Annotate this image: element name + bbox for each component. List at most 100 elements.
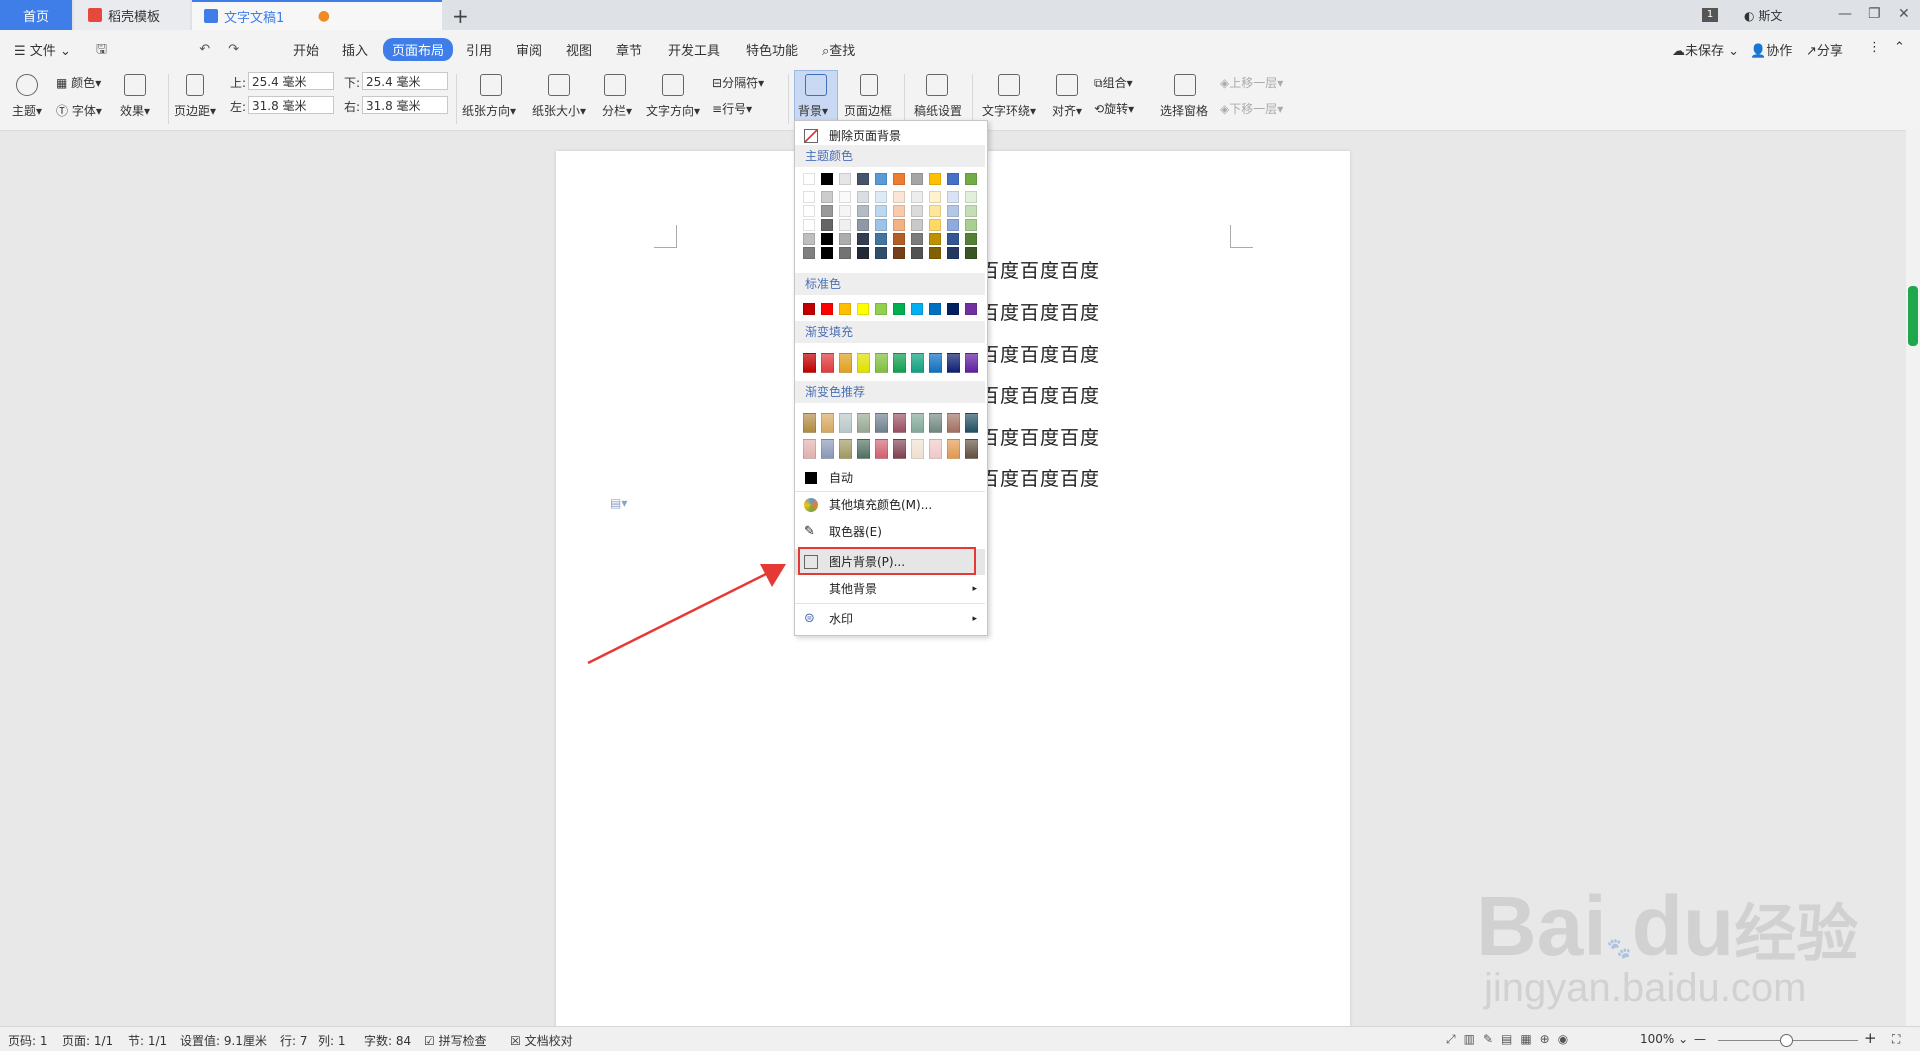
gradient-fill-swatch[interactable] <box>947 353 960 373</box>
effect-button[interactable]: 效果▾ <box>120 102 150 119</box>
theme-tint-swatch[interactable] <box>821 233 833 245</box>
theme-tint-swatch[interactable] <box>821 191 833 203</box>
document-text-line[interactable]: 百度百度百度 <box>980 256 1100 283</box>
theme-tint-swatch[interactable] <box>929 233 941 245</box>
bottom-margin-input[interactable]: 25.4 毫米 <box>362 72 448 90</box>
theme-tint-swatch[interactable] <box>839 219 851 231</box>
menu-start[interactable]: 开始 <box>293 40 319 59</box>
gradient-recommend-swatch[interactable] <box>947 413 960 433</box>
standard-color-swatch[interactable] <box>803 303 815 315</box>
view-mode-icons[interactable]: ⤢▥✎▤▦⊕◉ <box>1446 1032 1576 1047</box>
zoom-slider-handle[interactable] <box>1780 1034 1793 1047</box>
gradient-fill-swatch[interactable] <box>929 353 942 373</box>
theme-tint-swatch[interactable] <box>911 191 923 203</box>
theme-tint-swatch[interactable] <box>821 205 833 217</box>
group-button[interactable]: ⧉组合▾ <box>1094 74 1133 91</box>
theme-color-swatch[interactable] <box>893 173 905 185</box>
theme-color-swatch[interactable] <box>947 173 959 185</box>
send-backward-button[interactable]: ◈下移一层▾ <box>1220 100 1283 117</box>
theme-tint-swatch[interactable] <box>857 219 869 231</box>
collab-button[interactable]: 👤协作 <box>1750 40 1792 59</box>
gradient-recommend-swatch[interactable] <box>911 413 924 433</box>
gradient-recommend-swatch[interactable] <box>929 413 942 433</box>
theme-tint-swatch[interactable] <box>857 191 869 203</box>
menu-features[interactable]: 特色功能 <box>746 40 798 59</box>
theme-color-swatch[interactable] <box>803 173 815 185</box>
tab-daoke[interactable]: 稻壳模板 <box>74 0 190 30</box>
gradient-recommend-swatch[interactable] <box>875 413 888 433</box>
theme-tint-swatch[interactable] <box>929 247 941 259</box>
redo-icon[interactable]: ↷ <box>228 42 239 57</box>
line-numbers-button[interactable]: ≡行号▾ <box>712 100 752 117</box>
status-setting[interactable]: 设置值: 9.1厘米 <box>180 1032 267 1049</box>
theme-tint-swatch[interactable] <box>911 205 923 217</box>
theme-tint-swatch[interactable] <box>803 247 815 259</box>
theme-tint-swatch[interactable] <box>857 205 869 217</box>
bring-forward-button[interactable]: ◈上移一层▾ <box>1220 74 1283 91</box>
text-direction-button[interactable]: 文字方向▾ <box>646 102 700 119</box>
gradient-recommend-swatch[interactable] <box>893 413 906 433</box>
zoom-level[interactable]: 100% ⌄ <box>1640 1032 1688 1046</box>
menu-dev-tools[interactable]: 开发工具 <box>668 40 720 59</box>
share-button[interactable]: ↗分享 <box>1806 40 1843 59</box>
gradient-recommend-swatch[interactable] <box>821 413 834 433</box>
collapse-ribbon-icon[interactable]: ⌃ <box>1894 40 1905 55</box>
file-menu[interactable]: ☰ 文件 ⌄ <box>14 40 71 59</box>
theme-tint-swatch[interactable] <box>911 233 923 245</box>
theme-tint-swatch[interactable] <box>893 219 905 231</box>
status-words[interactable]: 字数: 84 <box>364 1032 411 1049</box>
theme-tint-swatch[interactable] <box>803 191 815 203</box>
theme-tint-swatch[interactable] <box>875 247 887 259</box>
save-icon[interactable]: 🖫 <box>96 42 107 57</box>
theme-tint-swatch[interactable] <box>965 219 977 231</box>
theme-tint-swatch[interactable] <box>965 205 977 217</box>
zoom-in-icon[interactable]: + <box>1864 1029 1877 1047</box>
theme-tint-swatch[interactable] <box>965 233 977 245</box>
theme-tint-swatch[interactable] <box>857 247 869 259</box>
status-col[interactable]: 列: 1 <box>318 1032 346 1049</box>
tab-document[interactable]: 文字文稿1 ● <box>192 0 442 30</box>
menu-chapter[interactable]: 章节 <box>616 40 642 59</box>
theme-tint-swatch[interactable] <box>929 191 941 203</box>
unsaved-status[interactable]: ☁未保存 ⌄ <box>1672 40 1739 59</box>
gradient-recommend-swatch[interactable] <box>857 439 870 459</box>
theme-color-swatch[interactable] <box>911 173 923 185</box>
gradient-recommend-swatch[interactable] <box>839 439 852 459</box>
theme-tint-swatch[interactable] <box>839 205 851 217</box>
gradient-recommend-swatch[interactable] <box>893 439 906 459</box>
theme-tint-swatch[interactable] <box>821 219 833 231</box>
gradient-recommend-swatch[interactable] <box>929 439 942 459</box>
standard-color-swatch[interactable] <box>821 303 833 315</box>
paragraph-options-icon[interactable]: ▤▾ <box>610 496 627 510</box>
spell-check-button[interactable]: ☑ 拼写检查 <box>424 1032 487 1049</box>
align-button[interactable]: 对齐▾ <box>1052 102 1082 119</box>
theme-tint-swatch[interactable] <box>929 205 941 217</box>
selection-pane-button[interactable]: 选择窗格 <box>1160 102 1208 119</box>
status-section[interactable]: 节: 1/1 <box>128 1032 167 1049</box>
new-tab-plus-icon[interactable]: + <box>452 4 469 28</box>
theme-tint-swatch[interactable] <box>947 191 959 203</box>
gradient-recommend-swatch[interactable] <box>803 413 816 433</box>
theme-tint-swatch[interactable] <box>893 205 905 217</box>
standard-color-swatch[interactable] <box>893 303 905 315</box>
document-text-line[interactable]: 百度百度百度 <box>980 381 1100 408</box>
gradient-recommend-swatch[interactable] <box>965 413 978 433</box>
theme-color-swatch[interactable] <box>929 173 941 185</box>
theme-tint-swatch[interactable] <box>821 247 833 259</box>
standard-color-swatch[interactable] <box>839 303 851 315</box>
theme-tint-swatch[interactable] <box>893 233 905 245</box>
theme-color-swatch[interactable] <box>965 173 977 185</box>
top-margin-input[interactable]: 25.4 毫米 <box>248 72 334 90</box>
orientation-button[interactable]: 纸张方向▾ <box>462 102 516 119</box>
text-wrap-button[interactable]: 文字环绕▾ <box>982 102 1036 119</box>
minimize-icon[interactable]: — <box>1838 6 1852 22</box>
document-text-line[interactable]: 百度百度百度 <box>980 423 1100 450</box>
theme-tint-swatch[interactable] <box>839 191 851 203</box>
status-page-number[interactable]: 页码: 1 <box>8 1032 48 1049</box>
undo-icon[interactable]: ↶ <box>199 42 210 57</box>
standard-color-swatch[interactable] <box>875 303 887 315</box>
standard-color-swatch[interactable] <box>965 303 977 315</box>
gradient-fill-swatch[interactable] <box>857 353 870 373</box>
manuscript-button[interactable]: 稿纸设置 <box>914 102 962 119</box>
proof-button[interactable]: ☒ 文档校对 <box>510 1032 573 1049</box>
